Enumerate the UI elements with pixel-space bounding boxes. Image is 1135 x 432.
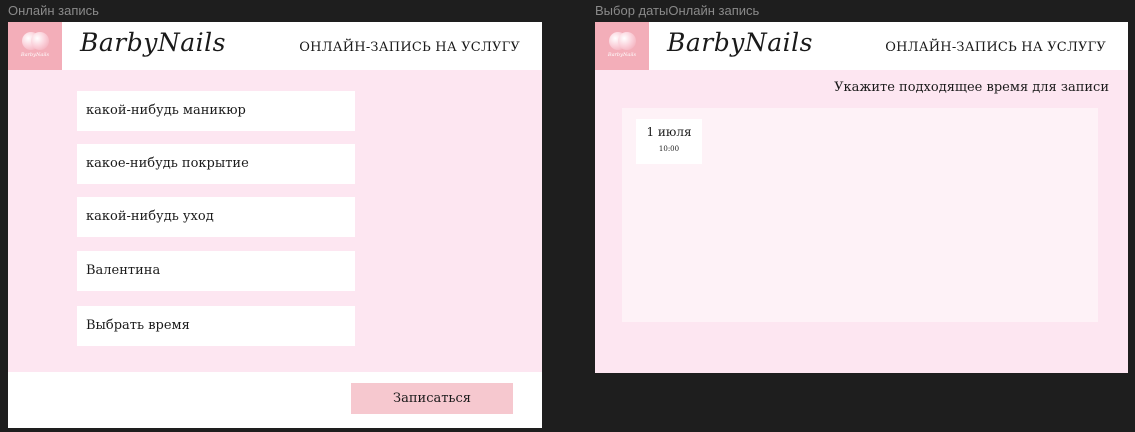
- page-title: ОНЛАЙН-ЗАПИСЬ НА УСЛУГУ: [885, 40, 1106, 55]
- logo[interactable]: BarbyNails: [8, 22, 62, 70]
- logo[interactable]: BarbyNails: [595, 22, 649, 70]
- service-coating-field[interactable]: какое-нибудь покрытие: [77, 144, 355, 184]
- submit-button[interactable]: Записаться: [351, 383, 513, 414]
- balloon-icon: [31, 32, 49, 50]
- page-title: ОНЛАЙН-ЗАПИСЬ НА УСЛУГУ: [299, 40, 520, 55]
- brand-name: BarbyNails: [667, 28, 813, 57]
- date-picker-screen: BarbyNails BarbyNails ОНЛАЙН-ЗАПИСЬ НА У…: [595, 22, 1128, 373]
- logo-text: BarbyNails: [20, 52, 50, 58]
- frame-label-booking: Онлайн запись: [8, 3, 99, 18]
- service-manicure-field[interactable]: какой-нибудь маникюр: [77, 91, 355, 131]
- balloon-icon: [618, 32, 636, 50]
- logo-text: BarbyNails: [607, 52, 637, 58]
- slot-date: 1 июля: [646, 125, 692, 139]
- booking-screen: BarbyNails BarbyNails ОНЛАЙН-ЗАПИСЬ НА У…: [8, 22, 542, 428]
- slots-panel: 1 июля 10:00: [622, 108, 1098, 322]
- site-header: BarbyNails BarbyNails ОНЛАЙН-ЗАПИСЬ НА У…: [595, 22, 1128, 70]
- frame-label-date-picker: Выбор датыОнлайн запись: [595, 3, 760, 18]
- time-slot[interactable]: 1 июля 10:00: [636, 119, 702, 164]
- form-area: какой-нибудь маникюр какое-нибудь покрыт…: [8, 70, 542, 372]
- slot-time: 10:00: [658, 145, 680, 153]
- brand-name: BarbyNails: [80, 28, 226, 57]
- service-care-field[interactable]: какой-нибудь уход: [77, 197, 355, 237]
- choose-time-field[interactable]: Выбрать время: [77, 306, 355, 346]
- master-field[interactable]: Валентина: [77, 251, 355, 291]
- site-header: BarbyNails BarbyNails ОНЛАЙН-ЗАПИСЬ НА У…: [8, 22, 542, 70]
- time-hint: Укажите подходящее время для записи: [834, 80, 1109, 95]
